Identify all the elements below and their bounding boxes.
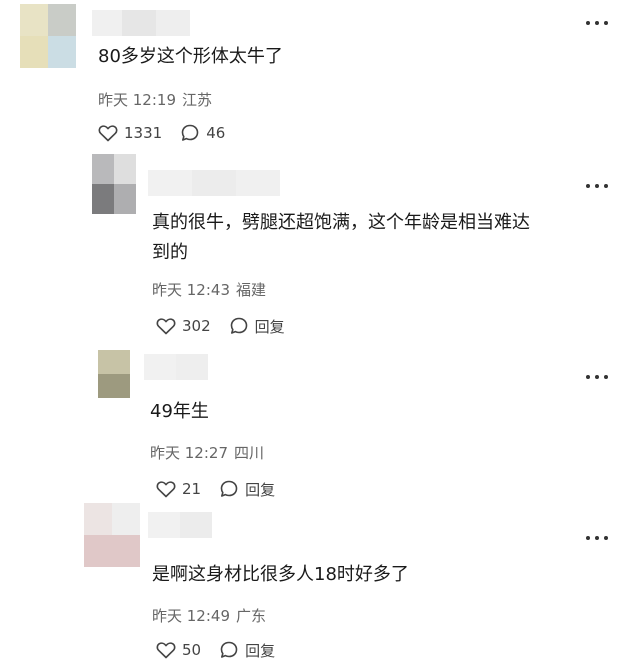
username-blurred[interactable] [148,512,212,538]
more-dots-icon[interactable] [586,533,608,543]
reply-label: 回复 [245,480,276,499]
comment-location: 四川 [234,444,265,462]
username-blurred[interactable] [144,354,208,380]
avatar-tile [84,535,112,567]
reply-button[interactable]: 回复 [219,640,275,661]
like-count: 21 [182,480,202,498]
reply-label: 回复 [254,317,285,336]
speech-bubble-icon [220,480,238,497]
reply-button[interactable]: 回复 [229,316,285,337]
like-count: 50 [182,641,202,659]
comment-text: 80多岁这个形体太牛了 [98,46,283,67]
avatar-tile [20,36,48,68]
comment-location: 广东 [236,607,267,625]
avatar[interactable] [98,350,130,398]
avatar[interactable] [20,4,76,68]
comment-actions: 1331 46 [98,122,225,144]
comment-button[interactable]: 46 [180,123,225,143]
username-blurred[interactable] [148,170,280,196]
comment-text-line: 到的 [152,242,188,263]
avatar-tile [112,503,140,535]
avatar-tile [20,4,48,36]
avatar-tile [114,350,130,374]
like-button[interactable]: 50 [156,641,201,659]
more-dots-icon[interactable] [586,18,608,28]
like-button[interactable]: 21 [156,480,201,498]
heart-outline-icon [156,481,176,498]
avatar[interactable] [92,154,136,214]
like-button[interactable]: 1331 [98,124,162,142]
comment-actions: 21 回复 [156,478,275,500]
avatar-tile [114,374,130,398]
like-count: 302 [182,317,211,335]
speech-bubble-icon [181,124,199,141]
avatar-tile [114,154,136,184]
more-dots-icon[interactable] [586,181,608,191]
speech-bubble-icon [230,317,247,334]
like-count: 1331 [124,124,163,142]
avatar-tile [48,36,76,68]
comment-time: 昨天 12:43 [152,281,230,299]
reply-button[interactable]: 回复 [219,479,275,500]
like-button[interactable]: 302 [156,317,211,335]
comment-meta: 昨天 12:19 江苏 [98,89,212,110]
avatar-tile [114,184,136,214]
comment-text-line: 真的很牛，劈腿还超饱满，这个年龄是相当难达 [152,212,530,233]
heart-outline-icon [156,642,176,659]
comment-actions: 50 回复 [156,639,275,661]
comment-time: 昨天 12:19 [98,91,176,109]
speech-bubble-icon [220,641,238,658]
comment-text: 真的很牛，劈腿还超饱满，这个年龄是相当难达 到的 [152,208,530,268]
avatar-tile [92,154,114,184]
comment-location: 江苏 [182,91,213,109]
heart-outline-icon [98,125,118,142]
avatar[interactable] [84,503,140,567]
avatar-tile [112,535,140,567]
comment-text: 49年生 [150,401,209,422]
comment-location: 福建 [236,281,267,299]
heart-outline-icon [156,318,176,335]
more-dots-icon[interactable] [586,372,608,382]
comment-text: 是啊这身材比很多人18时好多了 [152,564,409,585]
avatar-tile [98,374,114,398]
comment-time: 昨天 12:49 [152,607,230,625]
avatar-tile [98,350,114,374]
comment-time: 昨天 12:27 [150,444,228,462]
avatar-tile [92,184,114,214]
comment-meta: 昨天 12:27 四川 [150,442,264,463]
avatar-tile [84,503,112,535]
reply-label: 回复 [245,641,276,660]
comment-meta: 昨天 12:43 福建 [152,279,266,300]
comment-meta: 昨天 12:49 广东 [152,605,266,626]
avatar-tile [48,4,76,36]
comment-actions: 302 回复 [156,315,285,337]
username-blurred[interactable] [92,10,190,36]
comment-count: 46 [206,124,226,142]
